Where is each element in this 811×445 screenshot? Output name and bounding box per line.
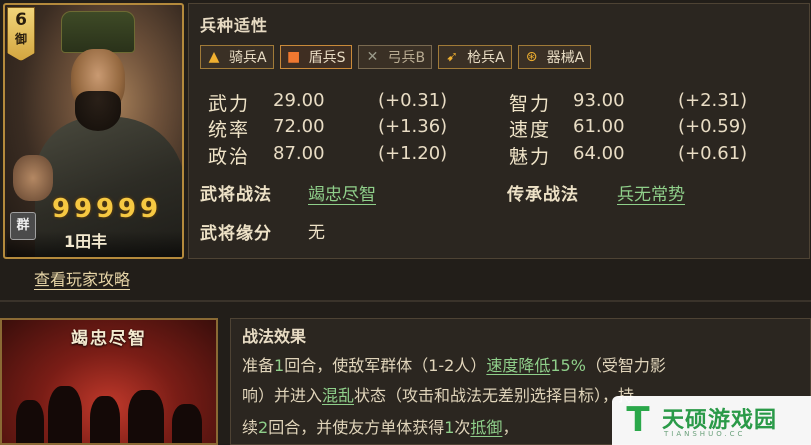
effect-text: 准备 <box>242 356 275 375</box>
troop-siege[interactable]: ⊛ 器械A <box>517 45 592 69</box>
stat-row-politics: 政治 <box>208 142 250 169</box>
stat-label: 统率 <box>208 119 251 141</box>
stat-value: 29.00 <box>273 90 325 111</box>
stat-row-intellect: 智力 <box>509 89 551 116</box>
skill-card-title: 竭忠尽智 <box>71 329 147 349</box>
stat-row-force: 武力 <box>208 89 250 116</box>
stat-growth: (+0.61) <box>678 143 748 164</box>
troop-label: 骑兵A <box>229 50 267 66</box>
stat-value: 61.00 <box>573 116 625 137</box>
general-skill-link[interactable]: 竭忠尽智 <box>308 180 376 205</box>
portrait-hand <box>13 155 53 201</box>
soldier-silhouette <box>16 400 44 443</box>
stat-growth: (+0.31) <box>378 90 448 111</box>
bond-label: 武将缘分 <box>200 224 272 244</box>
stat-row-command: 统率 <box>208 115 250 142</box>
troop-cavalry[interactable]: ▲ 骑兵A <box>200 45 274 69</box>
stat-growth: (+2.31) <box>678 90 748 111</box>
soldier-silhouette <box>90 396 120 443</box>
effect-text: （受智力影 <box>585 356 666 375</box>
general-name: 1田丰 <box>64 232 108 251</box>
stat-value: 64.00 <box>573 143 625 164</box>
effect-text: 状态（攻击和战法无差别选择目标），持 <box>354 386 635 405</box>
level-badge: 6 御 <box>7 7 35 61</box>
troop-shield[interactable]: ■ 盾兵S <box>279 45 353 69</box>
troop-label: 盾兵S <box>308 50 346 66</box>
section-divider <box>0 300 811 302</box>
spear-icon: ➹ <box>446 49 458 65</box>
stat-value: 87.00 <box>273 143 325 164</box>
portrait-hat <box>61 11 135 53</box>
bow-icon: ✕ <box>366 49 379 65</box>
keyword-confusion-link[interactable]: 混乱 <box>322 386 354 405</box>
effect-text: ， <box>502 418 519 437</box>
stat-label: 智力 <box>509 93 552 115</box>
soldier-silhouette <box>128 390 164 443</box>
stat-row-speed: 速度 <box>509 115 551 142</box>
star-icon: 9 <box>52 194 71 224</box>
effect-line-3: 续2回合，并使友方单体获得1次抵御， <box>242 414 518 438</box>
effect-number: 1 <box>444 418 455 437</box>
stat-growth: (+0.59) <box>678 116 748 137</box>
troop-aptitude-list: ▲ 骑兵A ■ 盾兵S ✕ 弓兵B ➹ 枪兵A ⊛ 器械A <box>200 45 592 69</box>
stat-row-charisma: 魅力 <box>509 142 551 169</box>
cavalry-icon: ▲ <box>208 49 220 65</box>
shield-icon: ■ <box>286 49 301 65</box>
stat-growth: (+1.36) <box>378 116 448 137</box>
troop-label: 枪兵A <box>467 50 505 66</box>
faction-badge: 群 <box>10 212 36 240</box>
bond-value: 无 <box>308 223 325 243</box>
skill-card[interactable]: 竭忠尽智 <box>0 318 218 445</box>
effect-text: 续 <box>242 418 259 437</box>
effect-text: 次 <box>454 418 471 437</box>
troop-label: 弓兵B <box>387 50 426 66</box>
keyword-speed-down-link[interactable]: 速度降低 <box>486 356 550 375</box>
effect-number: 2 <box>258 418 269 437</box>
effect-line-2: 响）并进入混乱状态（攻击和战法无差别选择目标），持 <box>242 382 634 406</box>
watermark-logo-icon: T <box>626 400 650 440</box>
level-number: 6 <box>15 10 27 30</box>
effect-line-1: 准备1回合，使敌军群体（1-2人）速度降低15%（受智力影 <box>242 352 666 376</box>
keyword-resist-link[interactable]: 抵御 <box>470 418 502 437</box>
star-rating: 9 9 9 9 9 <box>52 194 159 224</box>
general-skill-label: 武将战法 <box>200 185 272 205</box>
effect-number: 1 <box>274 356 285 375</box>
soldier-silhouette <box>48 386 82 443</box>
star-icon: 9 <box>74 194 93 224</box>
troop-bow[interactable]: ✕ 弓兵B <box>358 45 433 69</box>
troop-label: 器械A <box>546 50 585 66</box>
star-icon: 9 <box>118 194 137 224</box>
troop-spear[interactable]: ➹ 枪兵A <box>438 45 512 69</box>
siege-icon: ⊛ <box>525 49 538 65</box>
player-guide-link[interactable]: 查看玩家攻略 <box>34 266 130 290</box>
effect-text: 响）并进入 <box>242 386 323 405</box>
stat-value: 93.00 <box>573 90 625 111</box>
portrait-beard <box>75 91 121 131</box>
troop-aptitude-title: 兵种适性 <box>200 16 269 35</box>
stat-label: 武力 <box>208 93 251 115</box>
stat-growth: (+1.20) <box>378 143 448 164</box>
general-kind: 御 <box>14 32 27 46</box>
stat-label: 政治 <box>208 146 251 168</box>
inherit-skill-label: 传承战法 <box>507 185 579 205</box>
stat-label: 魅力 <box>509 146 552 168</box>
watermark-subtext: TIANSHUO.CC <box>664 430 746 438</box>
skill-effect-title: 战法效果 <box>242 327 307 346</box>
star-icon: 9 <box>96 194 115 224</box>
effect-number: 15% <box>550 356 586 375</box>
effect-text: 回合，并使友方单体获得 <box>268 418 445 437</box>
soldier-silhouette <box>172 404 202 443</box>
stat-label: 速度 <box>509 119 552 141</box>
inherit-skill-link[interactable]: 兵无常势 <box>617 180 685 205</box>
stat-value: 72.00 <box>273 116 325 137</box>
star-icon: 9 <box>140 194 159 224</box>
effect-text: 回合，使敌军群体（1-2人） <box>284 356 487 375</box>
